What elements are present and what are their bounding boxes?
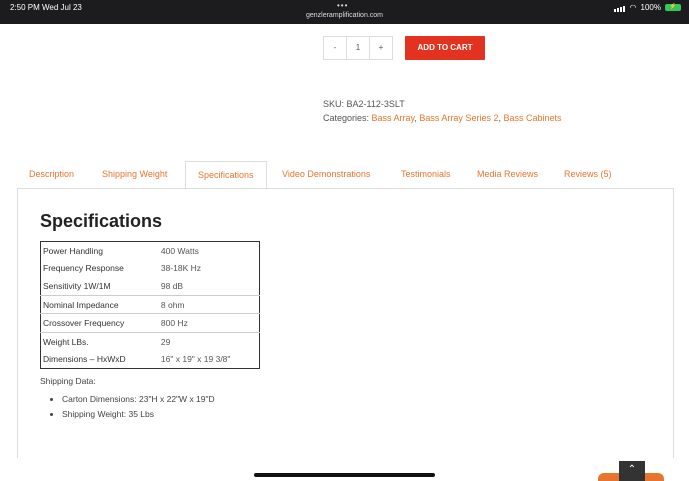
sku-line: SKU: BA2-112-3SLT xyxy=(323,99,405,109)
add-to-cart-button[interactable]: ADD TO CART xyxy=(405,36,485,60)
qty-plus-button[interactable]: + xyxy=(369,36,393,60)
home-indicator[interactable] xyxy=(254,473,435,477)
table-row: Dimensions – HxWxD 16" x 19" x 19 3/8" xyxy=(41,351,260,369)
list-item: Shipping Weight: 35 Lbs xyxy=(62,409,215,419)
category-link[interactable]: Bass Cabinets xyxy=(503,113,561,123)
table-row: Frequency Response 38-18K Hz xyxy=(41,260,260,278)
product-tabs: Description Shipping Weight Specificatio… xyxy=(17,161,672,190)
qty-input[interactable]: 1 xyxy=(347,36,369,60)
spec-label: Sensitivity 1W/1M xyxy=(43,280,111,291)
shipping-list: Carton Dimensions: 23"H x 22"W x 19"D Sh… xyxy=(40,394,215,424)
spec-label: Dimensions – HxWxD xyxy=(43,354,126,365)
quantity-stepper[interactable]: - 1 + xyxy=(323,36,393,60)
category-link[interactable]: Bass Array xyxy=(372,113,415,123)
tab-specifications[interactable]: Specifications xyxy=(185,161,267,190)
spec-value: 800 Hz xyxy=(158,313,260,333)
chevron-up-icon[interactable]: ⌃ xyxy=(619,461,645,481)
specifications-title: Specifications xyxy=(40,211,163,231)
tab-media-reviews[interactable]: Media Reviews xyxy=(477,161,538,188)
battery-icon: ⚡ xyxy=(665,4,681,11)
qty-minus-button[interactable]: - xyxy=(323,36,347,60)
tab-video-demonstrations[interactable]: Video Demonstrations xyxy=(282,161,370,188)
spec-value: 98 dB xyxy=(160,280,184,291)
status-time: 2:50 PM xyxy=(10,3,40,12)
status-date: Wed Jul 23 xyxy=(42,3,82,12)
tab-shipping-weight[interactable]: Shipping Weight xyxy=(102,161,167,188)
spec-value: 38-18K Hz xyxy=(160,263,202,274)
table-row: Sensitivity 1W/1M 98 dB xyxy=(41,277,260,295)
category-link[interactable]: Bass Array Series 2 xyxy=(419,113,498,123)
signal-icon xyxy=(613,3,626,12)
sku-value: BA2-112-3SLT xyxy=(346,99,405,109)
spec-value: 29 xyxy=(158,331,260,351)
tab-description[interactable]: Description xyxy=(29,161,74,188)
sku-label: SKU: xyxy=(323,99,345,109)
address-bar[interactable]: genzleramplification.com xyxy=(0,12,689,19)
battery-percent: 100% xyxy=(640,3,661,12)
categories-line: Categories: Bass Array, Bass Array Serie… xyxy=(323,113,562,123)
specs-table: Power Handling 400 Watts Frequency Respon… xyxy=(40,241,260,370)
spec-label: Weight LBs. xyxy=(40,331,159,351)
table-row: Crossover Frequency 800 Hz xyxy=(40,313,260,333)
table-row: Nominal Impedance 8 ohm xyxy=(40,294,260,314)
list-item: Carton Dimensions: 23"H x 22"W x 19"D xyxy=(62,394,215,404)
categories-label: Categories: xyxy=(323,113,370,123)
spec-label: Power Handling xyxy=(43,245,104,256)
spec-label: Nominal Impedance xyxy=(40,294,159,314)
spec-value: 400 Watts xyxy=(160,245,199,256)
table-row: Weight LBs. 29 xyxy=(40,331,260,351)
spec-label: Crossover Frequency xyxy=(40,313,159,333)
table-row: Power Handling 400 Watts xyxy=(41,242,260,260)
tab-reviews[interactable]: Reviews (5) xyxy=(564,161,612,188)
wifi-icon: ◠ xyxy=(629,3,637,12)
tab-testimonials[interactable]: Testimonials xyxy=(401,161,451,188)
spec-value: 8 ohm xyxy=(158,294,260,314)
more-icon[interactable]: ••• xyxy=(337,1,348,10)
status-bar: 2:50 PM Wed Jul 23 ••• genzleramplificat… xyxy=(0,0,689,24)
shipping-data-title: Shipping Data: xyxy=(40,376,96,386)
spec-value: 16" x 19" x 19 3/8" xyxy=(160,354,231,365)
spec-label: Frequency Response xyxy=(43,263,124,274)
